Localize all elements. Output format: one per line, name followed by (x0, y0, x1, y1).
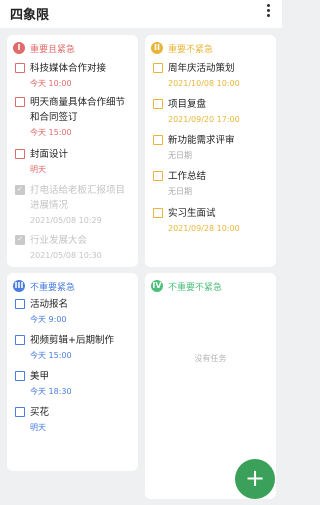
quadrant-badge-icon: IV (151, 280, 163, 292)
task-item[interactable]: 科技媒体合作对接 今天 10:00 (15, 61, 133, 90)
quadrant-urgent-not-important[interactable]: III 不重要紧急 活动报名 今天 9:00 视频剪辑+后期制作 今天 15:0… (7, 273, 138, 471)
task-time: 2021/09/20 17:00 (168, 115, 240, 124)
quadrant-title: 重要不紧急 (168, 44, 214, 55)
task-item[interactable]: 活动报名 今天 9:00 (15, 297, 133, 326)
task-checkbox[interactable] (15, 407, 25, 417)
quadrant-title: 不重要不紧急 (168, 282, 223, 293)
more-options-icon[interactable] (262, 2, 274, 22)
task-time: 今天 9:00 (30, 315, 67, 324)
task-checkbox[interactable] (153, 99, 163, 109)
task-checkbox[interactable] (15, 299, 25, 309)
task-title: 活动报名 (30, 299, 69, 310)
top-bar: 四象限 (0, 0, 282, 28)
empty-state-text: 没有任务 (194, 354, 227, 363)
task-checkbox[interactable] (153, 63, 163, 73)
task-time: 今天 10:00 (30, 79, 72, 88)
task-time: 2021/05/08 10:30 (30, 251, 102, 260)
quadrant-badge-icon: I (13, 42, 25, 54)
quadrant-title: 不重要紧急 (30, 282, 76, 293)
task-item[interactable]: 明天商量具体合作细节和合同签订 今天 15:00 (15, 95, 133, 139)
task-item-completed[interactable]: 打电话给老板汇报项目进展情况 2021/05/08 10:29 (15, 183, 133, 227)
task-title: 买花 (30, 407, 50, 418)
quadrant-header: IV 不重要不紧急 (151, 279, 222, 293)
task-title: 美甲 (30, 371, 50, 382)
task-title: 周年庆活动策划 (168, 63, 235, 74)
quadrant-urgent-important[interactable]: I 重要且紧急 科技媒体合作对接 今天 10:00 明天商量具体合作细节和合同签… (7, 35, 138, 267)
task-checkbox[interactable] (15, 63, 25, 73)
task-item[interactable]: 新功能需求评审 无日期 (153, 133, 271, 162)
task-time: 2021/10/08 10:00 (168, 79, 240, 88)
task-checkbox[interactable] (153, 171, 163, 181)
task-time: 2021/05/08 10:29 (30, 216, 102, 225)
quadrant-header: I 重要且紧急 (13, 41, 75, 55)
task-title: 行业发展大会 (30, 235, 88, 246)
task-title: 实习生面试 (168, 208, 216, 219)
task-title: 明天商量具体合作细节和合同签订 (30, 97, 126, 123)
task-item[interactable]: 视频剪辑+后期制作 今天 15:00 (15, 333, 133, 362)
task-checkbox-checked[interactable] (15, 184, 25, 195)
task-title: 视频剪辑+后期制作 (30, 335, 114, 346)
task-time: 无日期 (168, 151, 192, 160)
task-time: 今天 18:30 (30, 387, 72, 396)
task-checkbox[interactable] (15, 97, 25, 107)
task-checkbox[interactable] (15, 335, 25, 345)
task-item[interactable]: 买花 明天 (15, 405, 133, 434)
task-time: 2021/09/28 10:00 (168, 224, 240, 233)
quadrant-important-not-urgent[interactable]: II 重要不紧急 周年庆活动策划 2021/10/08 10:00 项目复盘 2… (145, 35, 276, 267)
task-title: 工作总结 (168, 171, 207, 182)
task-item[interactable]: 项目复盘 2021/09/20 17:00 (153, 97, 271, 126)
task-checkbox[interactable] (15, 149, 25, 159)
add-task-button[interactable]: + (235, 459, 275, 499)
task-item-completed[interactable]: 行业发展大会 2021/05/08 10:30 (15, 233, 133, 262)
task-time: 明天 (30, 423, 46, 432)
task-time: 明天 (30, 165, 46, 174)
task-checkbox[interactable] (153, 208, 163, 218)
quadrant-badge-icon: II (151, 42, 163, 54)
task-time: 今天 15:00 (30, 128, 72, 137)
task-title: 项目复盘 (168, 99, 207, 110)
task-title: 新功能需求评审 (168, 135, 235, 146)
task-time: 今天 15:00 (30, 351, 72, 360)
task-checkbox-checked[interactable] (15, 234, 25, 245)
task-item[interactable]: 封面设计 明天 (15, 147, 133, 176)
task-item[interactable]: 工作总结 无日期 (153, 169, 271, 198)
task-item[interactable]: 周年庆活动策划 2021/10/08 10:00 (153, 61, 271, 90)
task-item[interactable]: 美甲 今天 18:30 (15, 369, 133, 398)
quadrant-badge-icon: III (13, 280, 25, 292)
quadrant-title: 重要且紧急 (30, 44, 76, 55)
task-item[interactable]: 实习生面试 2021/09/28 10:00 (153, 206, 271, 235)
task-title: 科技媒体合作对接 (30, 63, 107, 74)
page-title: 四象限 (10, 8, 50, 23)
quadrant-header: III 不重要紧急 (13, 279, 75, 293)
task-title: 封面设计 (30, 149, 69, 160)
quadrant-header: II 重要不紧急 (151, 41, 213, 55)
task-title: 打电话给老板汇报项目进展情况 (30, 185, 126, 211)
task-time: 无日期 (168, 187, 192, 196)
task-checkbox[interactable] (15, 371, 25, 381)
task-checkbox[interactable] (153, 135, 163, 145)
